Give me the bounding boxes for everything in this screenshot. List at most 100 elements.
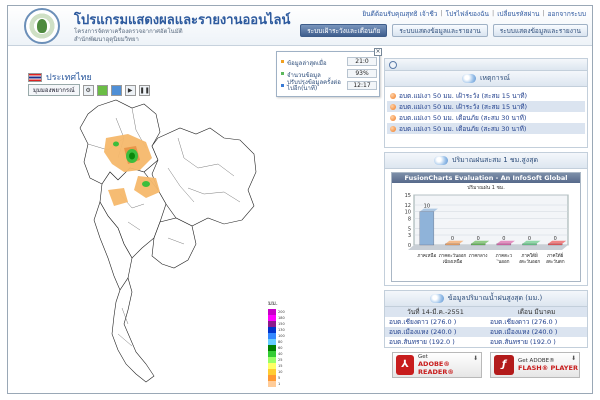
chart-banner: FusionCharts Evaluation - An InfoSoft Gl… <box>392 173 580 183</box>
legend-label: 1 <box>278 382 281 386</box>
legend-label: 150 <box>278 322 285 326</box>
change-password-link[interactable]: เปลี่ยนรหัสผ่าน <box>497 9 539 19</box>
bar <box>445 243 460 246</box>
update-info-box: × ข้อมูลล่าสุดเมื่อ 21:0 จำนวนข้อมูล 93%… <box>276 48 382 97</box>
get-flash-player-button[interactable]: ƒ Get ADOBE® FLASH® PLAYER ⬇ <box>490 352 580 378</box>
map-region-east <box>151 217 197 269</box>
user-links: ยินดีต้อนรับคุณสุทธิ เจ้าชีว | โปรไฟล์ขอ… <box>362 9 586 19</box>
x-tick-label: ภาคเหนือ <box>417 252 436 259</box>
next-update-value: 12:17 <box>347 81 377 90</box>
legend-label: 40 <box>278 352 283 356</box>
layer-green-icon[interactable] <box>96 84 108 96</box>
thailand-rain-map[interactable] <box>28 98 288 386</box>
legend-label: 10 <box>278 370 283 374</box>
y-tick-label: 12 <box>405 203 411 209</box>
main-nav: ระบบเฝ้าระวังและเตือนภัย ระบบแสดงข้อมูลแ… <box>300 24 588 37</box>
bar <box>419 211 435 246</box>
x-tick-label: ภาคตะวันออกเฉียงเหนือ <box>439 253 467 265</box>
event-item[interactable]: อบต.แม่เงา 50 มม. เฝ้าระวัง (สะสม 15 นาท… <box>387 90 585 101</box>
country-title: ประเทศไทย <box>28 70 92 84</box>
bar <box>547 243 563 246</box>
cloud-icon <box>433 156 448 165</box>
rain-chart-header: ปริมาณฝนสะสม 1 ชม.สูงสุด <box>385 153 587 169</box>
chart-floor <box>408 245 568 250</box>
max-rain-box: ข้อมูลปริมาณน้ำฝนสูงสุด (มม.) วันที่ 14-… <box>384 290 588 348</box>
pause-icon[interactable]: ❚❚ <box>138 84 150 96</box>
rain-chart-box: ปริมาณฝนสะสม 1 ชม.สูงสุด FusionCharts Ev… <box>384 152 588 286</box>
play-icon[interactable]: ▶ <box>124 84 136 96</box>
nav-reports-button-2[interactable]: ระบบแสดงข้อมูลและรายงาน <box>492 24 588 37</box>
country-label: ประเทศไทย <box>46 73 92 83</box>
event-item[interactable]: อบต.แม่เงา 50 มม. เตือนภัย (สะสม 30 นาที… <box>387 112 585 123</box>
right-panel: เหตุการณ์ อบต.แม่เงา 50 มม. เฝ้าระวัง (ส… <box>384 50 588 390</box>
rain-chart-box-title: ปริมาณฝนสะสม 1 ชม.สูงสุด <box>451 156 539 164</box>
site-header: โปรแกรมแสดงผลและรายงานออนไลน์ โครงการจัด… <box>8 6 592 46</box>
map-toolbar: มุมมองพยากรณ์ ⚙ ▶ ❚❚ <box>28 84 150 96</box>
events-title: เหตุการณ์ <box>480 74 510 82</box>
flash-player-icon: ƒ <box>494 355 514 375</box>
bar <box>522 243 537 246</box>
events-box-top <box>385 59 587 71</box>
close-icon[interactable]: × <box>374 48 382 56</box>
data-count-value: 93% <box>347 69 377 78</box>
last-update-value: 21:0 <box>347 57 377 66</box>
legend-label: 25 <box>278 358 283 362</box>
legend-label: 5 <box>278 376 281 380</box>
adobe-reader-icon: ⅄ <box>396 355 415 375</box>
search-icon[interactable] <box>389 60 397 69</box>
bar <box>470 243 486 246</box>
download-arrow-icon: ⬇ <box>570 355 576 362</box>
legend-label: 15 <box>278 364 283 368</box>
profile-link[interactable]: โปรไฟล์ของฉัน <box>446 9 489 19</box>
layer-blue-icon[interactable] <box>110 84 122 96</box>
data-label: 0 <box>477 236 480 242</box>
x-tick-label: ภาคตะวันออก <box>496 254 513 265</box>
legend-label: 60 <box>278 346 283 350</box>
x-tick-label: ภาคใต้ฝั่งตะวันออก <box>519 252 541 265</box>
download-arrow-icon: ⬇ <box>472 355 478 362</box>
legend-label: 80 <box>278 340 283 344</box>
nav-monitoring-button[interactable]: ระบบเฝ้าระวังและเตือนภัย <box>300 24 388 37</box>
cloud-icon <box>429 294 444 303</box>
data-label: 0 <box>451 236 454 242</box>
y-tick-label: 8 <box>408 216 411 222</box>
alert-dot-icon <box>390 103 396 110</box>
alert-dot-icon <box>390 114 396 121</box>
table-header-row: วันที่ 14-มี.ค.-2551 เดือน มีนาคม <box>385 307 587 317</box>
department-logo-icon <box>24 8 60 44</box>
legend-label: 180 <box>278 316 285 320</box>
get-adobe-reader-button[interactable]: ⅄ Get ADOBE® READER® ⬇ <box>392 352 482 378</box>
settings-icon[interactable]: ⚙ <box>82 84 94 96</box>
welcome-text: ยินดีต้อนรับคุณสุทธิ เจ้าชีว <box>362 10 438 18</box>
col-header-date: วันที่ 14-มี.ค.-2551 <box>385 307 486 317</box>
legend-label: 100 <box>278 334 285 338</box>
y-tick-label: 10 <box>405 210 411 216</box>
fusion-chart[interactable]: FusionCharts Evaluation - An InfoSoft Gl… <box>391 172 581 282</box>
max-rain-header: ข้อมูลปริมาณน้ำฝนสูงสุด (มม.) <box>385 291 587 307</box>
legend-swatch <box>268 381 276 387</box>
y-tick-label: 3 <box>408 233 411 239</box>
data-label: 10 <box>424 204 430 210</box>
bar <box>496 243 512 246</box>
nav-reports-button[interactable]: ระบบแสดงข้อมูลและรายงาน <box>392 24 488 37</box>
max-rain-table: วันที่ 14-มี.ค.-2551 เดือน มีนาคม อบต.เช… <box>385 307 587 347</box>
col-header-month: เดือน มีนาคม <box>486 307 587 317</box>
event-item[interactable]: อบต.แม่เงา 50 มม. เตือนภัย (สะสม 30 นาที… <box>387 123 585 134</box>
legend-level: 1 <box>268 381 285 387</box>
site-subtitle-org: สำนักพัฒนาอุตุนิยมวิทยา <box>74 36 139 43</box>
logout-link[interactable]: ออกจากระบบ <box>548 9 586 19</box>
table-row: อบต.เมืองแหง (240.0 ) อบต.เมืองแหง (240.… <box>385 327 587 337</box>
info-dot-icon <box>281 72 284 75</box>
cloud-icon <box>462 74 476 83</box>
thai-flag-icon <box>28 72 42 82</box>
map-view-select[interactable]: มุมมองพยากรณ์ <box>28 84 80 96</box>
event-item[interactable]: อบต.แม่เงา 50 มม. เฝ้าระวัง (สะสม 15 นาท… <box>387 101 585 112</box>
events-list: อบต.แม่เงา 50 มม. เฝ้าระวัง (สะสม 15 นาท… <box>385 87 587 137</box>
data-label: 0 <box>502 236 505 242</box>
map-panel: ประเทศไทย มุมมองพยากรณ์ ⚙ ▶ ❚❚ มม. 200 1… <box>28 66 374 387</box>
rain-legend: มม. 200 180 150 130 100 80 60 40 25 15 10 5 1 <box>268 298 285 387</box>
y-tick-label: 5 <box>408 226 411 232</box>
y-tick-label: 15 <box>405 193 411 199</box>
info-dot-icon <box>281 84 284 87</box>
data-label: 0 <box>554 236 557 242</box>
